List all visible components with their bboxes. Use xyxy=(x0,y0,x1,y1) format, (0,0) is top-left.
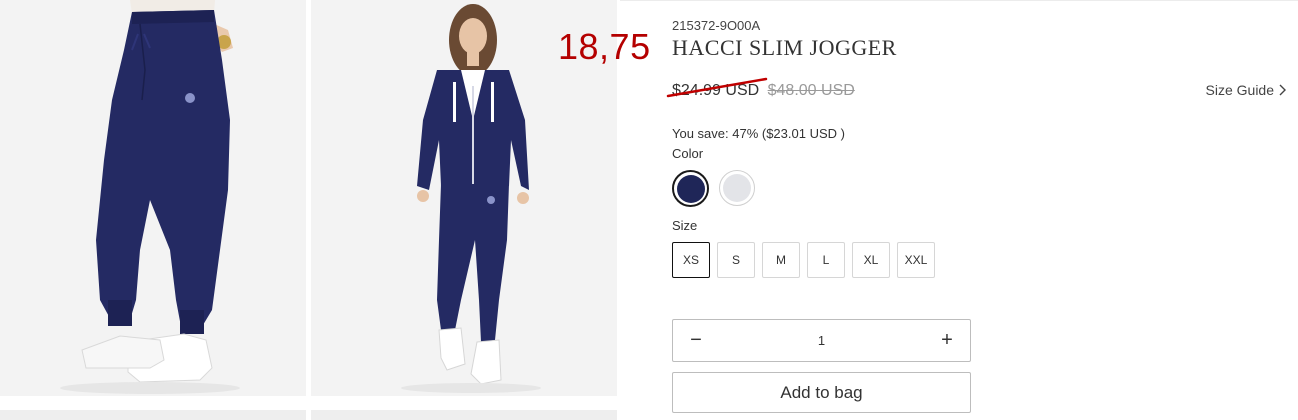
quantity-stepper: − 1 + xyxy=(672,319,971,362)
size-option-m[interactable]: M xyxy=(762,242,800,278)
product-photo-thumb-4[interactable] xyxy=(311,410,617,420)
savings-text: You save: 47% ($23.01 USD ) xyxy=(672,126,845,141)
product-title: HACCI SLIM JOGGER xyxy=(672,35,897,60)
size-guide-label: Size Guide xyxy=(1205,82,1274,98)
product-gallery xyxy=(0,0,620,420)
size-guide-link[interactable]: Size Guide xyxy=(1206,82,1286,98)
size-option-xl[interactable]: XL xyxy=(852,242,890,278)
product-photo-side[interactable] xyxy=(0,0,306,396)
size-option-l[interactable]: L xyxy=(807,242,845,278)
product-sku: 215372-9O00A xyxy=(672,18,761,33)
size-option-s[interactable]: S xyxy=(717,242,755,278)
price-original: $48.00 USD xyxy=(767,82,855,99)
jogger-side-illustration xyxy=(0,0,306,396)
size-option-xs[interactable]: XS xyxy=(672,242,710,278)
swatch-navy[interactable] xyxy=(672,170,709,207)
price-row: $24.99 USD $48.00 USD xyxy=(672,82,855,100)
overlay-price-annotation: 18,75 xyxy=(558,26,651,67)
add-to-bag-button[interactable]: Add to bag xyxy=(672,372,971,413)
swatch-navy-dot xyxy=(676,174,705,203)
color-label: Color xyxy=(672,146,704,161)
price-current: $24.99 USD xyxy=(672,82,760,99)
chevron-right-icon xyxy=(1279,84,1286,96)
swatch-light-gray-dot xyxy=(723,174,751,202)
quantity-value[interactable]: 1 xyxy=(818,333,825,348)
size-option-xxl[interactable]: XXL xyxy=(897,242,935,278)
swatch-light-gray[interactable] xyxy=(719,170,755,206)
product-photo-thumb-3[interactable] xyxy=(0,410,306,420)
color-swatches xyxy=(672,170,755,207)
size-options: XS S M L XL XXL xyxy=(672,242,935,278)
product-details: 215372-9O00A HACCI SLIM JOGGER $24.99 US… xyxy=(666,0,1292,420)
quantity-increase-button[interactable]: + xyxy=(934,328,960,354)
size-label: Size xyxy=(672,218,698,233)
quantity-decrease-button[interactable]: − xyxy=(683,328,709,354)
